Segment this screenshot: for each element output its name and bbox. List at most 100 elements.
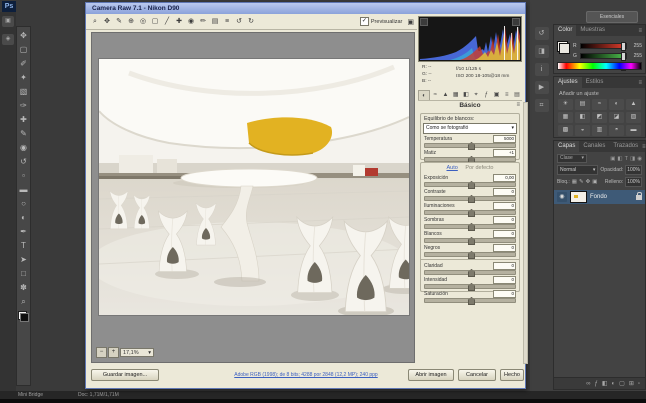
- levels-icon[interactable]: ▤: [575, 99, 590, 110]
- panel-menu-icon[interactable]: ≡: [638, 80, 645, 86]
- slider-thumb[interactable]: [468, 237, 475, 245]
- tab-paths[interactable]: Trazados: [609, 141, 642, 152]
- tab-channels[interactable]: Canales: [579, 141, 609, 152]
- slider-thumb[interactable]: [468, 181, 475, 189]
- channel-slider-thumb[interactable]: [621, 52, 626, 61]
- threshold-icon[interactable]: ◓: [609, 125, 624, 136]
- cr-straighten-tool-icon[interactable]: ╱: [161, 16, 173, 28]
- lock-transparency-icon[interactable]: ▦: [572, 179, 577, 185]
- cr-tab-tone-curve-icon[interactable]: ≈: [430, 90, 440, 100]
- pen-tool-icon[interactable]: ✒: [20, 225, 27, 239]
- tab-adjustments[interactable]: Ajustes: [554, 77, 582, 88]
- panel-scrollbar[interactable]: [523, 102, 528, 364]
- mini-bridge-tab[interactable]: Mini Bridge: [18, 391, 43, 399]
- cr-zoom-tool-icon[interactable]: ⌕: [89, 16, 101, 28]
- slider-value-input[interactable]: 0,00: [493, 174, 516, 182]
- cr-tab-split-toning-icon[interactable]: ◧: [461, 90, 471, 100]
- cr-adjustment-brush-tool-icon[interactable]: ✏: [197, 16, 209, 28]
- color-lookup-icon[interactable]: ▩: [558, 125, 573, 136]
- layer-row-background[interactable]: ◉ Fondo: [554, 190, 645, 204]
- black-white-icon[interactable]: ◩: [592, 112, 607, 123]
- delete-layer-icon[interactable]: ▫: [638, 381, 640, 387]
- auto-link[interactable]: Auto: [447, 165, 458, 171]
- panel-menu-icon[interactable]: ≡: [642, 144, 646, 150]
- new-adjustment-icon[interactable]: ◐: [612, 381, 616, 387]
- photo-filter-icon[interactable]: ◪: [609, 112, 624, 123]
- navigator-panel-icon[interactable]: ⌗: [535, 99, 549, 112]
- posterize-icon[interactable]: ▥: [592, 125, 607, 136]
- preview-checkbox[interactable]: ✓: [360, 17, 369, 26]
- cr-rotate-right-icon[interactable]: ↻: [245, 16, 257, 28]
- done-button[interactable]: Hecho: [500, 369, 524, 381]
- cr-tab-presets-icon[interactable]: ≡: [502, 90, 512, 100]
- cr-preferences-icon[interactable]: ≡: [221, 16, 233, 28]
- lasso-tool-icon[interactable]: ✐: [20, 57, 27, 71]
- cr-crop-tool-icon[interactable]: ▢: [149, 16, 161, 28]
- move-tool-icon[interactable]: ✥: [20, 29, 27, 43]
- workspace-switcher-button[interactable]: Esenciales: [586, 11, 638, 23]
- path-selection-tool-icon[interactable]: ➤: [20, 253, 27, 267]
- gradient-map-icon[interactable]: ▬: [626, 125, 641, 136]
- link-layers-icon[interactable]: ∞: [586, 381, 590, 387]
- filter-adjustment-icon[interactable]: ◧: [617, 156, 622, 162]
- slider-value-input[interactable]: 0: [493, 290, 516, 298]
- slider-thumb[interactable]: [468, 283, 475, 291]
- tab-swatches[interactable]: Muestras: [576, 25, 609, 36]
- invert-icon[interactable]: ◒: [575, 125, 590, 136]
- foreground-background-swatches[interactable]: [18, 311, 29, 322]
- slider-track[interactable]: [424, 224, 516, 229]
- zoom-out-button[interactable]: −: [96, 347, 107, 358]
- cr-tab-snapshots-icon[interactable]: ▤: [512, 90, 522, 100]
- default-link[interactable]: Por defecto: [465, 165, 493, 171]
- cr-tab-lens-corrections-icon[interactable]: ⌖: [471, 90, 481, 100]
- cr-white-balance-tool-icon[interactable]: ✎: [113, 16, 125, 28]
- vibrance-icon[interactable]: ▲: [626, 99, 641, 110]
- slider-thumb[interactable]: [468, 209, 475, 217]
- slider-value-input[interactable]: 0: [493, 216, 516, 224]
- properties-panel-icon[interactable]: ◨: [535, 45, 549, 58]
- panel-menu-icon[interactable]: ≡: [638, 28, 645, 34]
- cr-graduated-filter-tool-icon[interactable]: ▤: [209, 16, 221, 28]
- color-swatch-pair[interactable]: [557, 41, 570, 54]
- panel-menu-icon[interactable]: ≡: [516, 102, 520, 108]
- channel-value-input[interactable]: 255: [629, 43, 642, 49]
- slider-thumb[interactable]: [468, 195, 475, 203]
- tab-layers[interactable]: Capas: [554, 141, 579, 152]
- new-group-icon[interactable]: ▢: [619, 380, 625, 387]
- cr-tab-detail-icon[interactable]: ▲: [440, 90, 450, 100]
- shape-tool-icon[interactable]: □: [21, 267, 26, 281]
- hand-tool-icon[interactable]: ✽: [20, 281, 27, 295]
- fullscreen-toggle-icon[interactable]: ▣: [407, 18, 414, 26]
- layer-effects-icon[interactable]: ƒ: [595, 381, 598, 387]
- slider-track[interactable]: [424, 298, 516, 303]
- quick-selection-tool-icon[interactable]: ✦: [20, 71, 27, 85]
- channel-value-input[interactable]: 255: [629, 53, 642, 59]
- cr-tab-camera-calibration-icon[interactable]: ▣: [491, 90, 501, 100]
- filter-pixel-icon[interactable]: ▣: [610, 156, 615, 162]
- channel-mixer-icon[interactable]: ▨: [626, 112, 641, 123]
- filter-smart-icon[interactable]: ◉: [637, 156, 642, 162]
- photo-preview[interactable]: [99, 59, 409, 315]
- slider-value-input[interactable]: 0: [493, 262, 516, 270]
- eyedropper-tool-icon[interactable]: ✑: [20, 99, 27, 113]
- cr-rotate-left-icon[interactable]: ↺: [233, 16, 245, 28]
- mini-bridge-icon[interactable]: ▣: [2, 16, 14, 27]
- slider-thumb[interactable]: [468, 223, 475, 231]
- cr-red-eye-tool-icon[interactable]: ◉: [185, 16, 197, 28]
- slider-track[interactable]: [424, 252, 516, 257]
- zoom-tool-icon[interactable]: ⌕: [21, 295, 25, 309]
- blur-tool-icon[interactable]: ○: [21, 197, 26, 211]
- brightness-contrast-icon[interactable]: ☀: [558, 99, 573, 110]
- slider-value-input[interactable]: 0: [493, 244, 516, 252]
- tab-color[interactable]: Color: [554, 25, 576, 36]
- slider-value-input[interactable]: +1: [493, 149, 516, 157]
- camera-icon[interactable]: ◈: [2, 34, 14, 45]
- layer-filter-dropdown[interactable]: Clase ▾: [557, 154, 587, 163]
- cancel-button[interactable]: Cancelar: [458, 369, 496, 381]
- slider-thumb[interactable]: [468, 269, 475, 277]
- slider-value-input[interactable]: 0: [493, 276, 516, 284]
- filter-type-icon[interactable]: T: [625, 156, 628, 162]
- slider-value-input[interactable]: 0: [493, 188, 516, 196]
- crop-tool-icon[interactable]: ▧: [20, 85, 28, 99]
- add-mask-icon[interactable]: ◧: [602, 380, 608, 387]
